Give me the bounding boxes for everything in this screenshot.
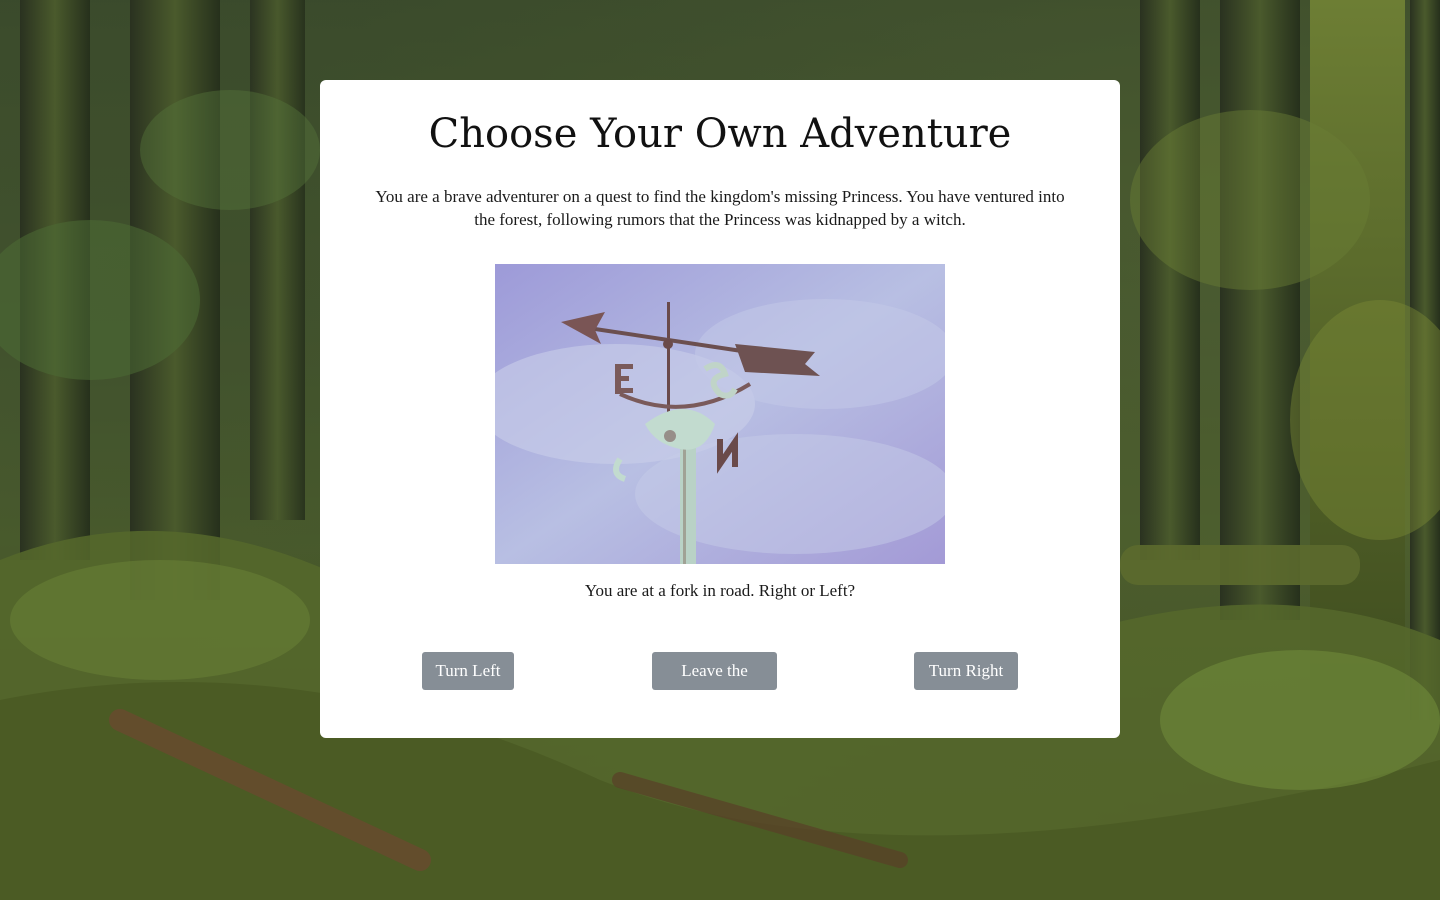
scene-prompt-text: You are at a fork in road. Right or Left…	[584, 581, 856, 600]
weather-vane-image	[495, 264, 945, 564]
turn-left-button[interactable]: Turn Left	[422, 652, 514, 690]
turn-right-button[interactable]: Turn Right	[914, 652, 1018, 690]
leave-path-button[interactable]: Leave the Path	[652, 652, 777, 718]
page-title: Choose Your Own Adventure	[428, 111, 1012, 157]
story-card: Choose Your Own Adventure You are a brav…	[320, 80, 1120, 738]
story-intro-text: You are a brave adventurer on a quest to…	[375, 187, 1065, 229]
